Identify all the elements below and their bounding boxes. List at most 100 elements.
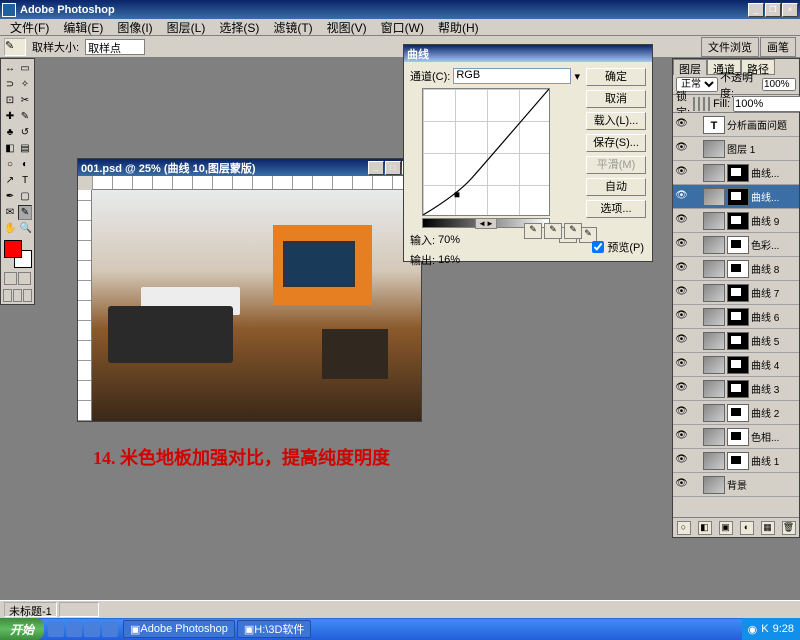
history-brush-tool[interactable]: ↺ xyxy=(18,125,32,140)
layer-row[interactable]: 👁T分析画面问题 xyxy=(673,113,799,137)
visibility-icon[interactable]: 👁 xyxy=(675,286,688,299)
layer-name[interactable]: 分析画面问题 xyxy=(727,117,797,132)
color-swatch[interactable] xyxy=(4,240,32,268)
visibility-icon[interactable]: 👁 xyxy=(675,190,688,203)
lasso-tool[interactable]: ⊃ xyxy=(3,77,17,92)
layer-name[interactable]: 曲线 1 xyxy=(751,453,797,468)
fg-color[interactable] xyxy=(4,240,22,258)
layer-row[interactable]: 👁曲线... xyxy=(673,161,799,185)
hand-tool[interactable]: ✋ xyxy=(3,221,17,236)
visibility-icon[interactable]: 👁 xyxy=(675,382,688,395)
doc-maximize[interactable]: □ xyxy=(385,161,401,175)
tray-icon[interactable]: ◉ xyxy=(748,623,758,636)
screen-1[interactable] xyxy=(3,289,12,302)
type-tool[interactable]: T xyxy=(18,173,32,188)
start-button[interactable]: 开始 xyxy=(0,618,44,640)
layer-row[interactable]: 👁曲线... xyxy=(673,185,799,209)
layer-name[interactable]: 曲线 2 xyxy=(751,405,797,420)
brush-tool[interactable]: ✎ xyxy=(18,109,32,124)
visibility-icon[interactable]: 👁 xyxy=(675,238,688,251)
restore-button[interactable]: ❐ xyxy=(765,3,781,17)
visibility-icon[interactable]: 👁 xyxy=(675,430,688,443)
screen-2[interactable] xyxy=(13,289,22,302)
visibility-icon[interactable]: 👁 xyxy=(675,358,688,371)
visibility-icon[interactable]: 👁 xyxy=(675,454,688,467)
layer-style-icon[interactable]: ○ xyxy=(677,521,691,535)
layer-name[interactable]: 曲线 9 xyxy=(751,213,797,228)
layer-row[interactable]: 👁 色相... xyxy=(673,425,799,449)
layer-row[interactable]: 👁 曲线 6 xyxy=(673,305,799,329)
ruler-vertical[interactable] xyxy=(78,190,92,421)
layer-row[interactable]: 👁 图层 1 xyxy=(673,137,799,161)
marquee-tool[interactable]: ▭ xyxy=(18,61,32,76)
close-button[interactable]: × xyxy=(782,3,798,17)
menu-file[interactable]: 文件(F) xyxy=(4,18,55,37)
path-tool[interactable]: ↗ xyxy=(3,173,17,188)
visibility-icon[interactable]: 👁 xyxy=(675,142,688,155)
visibility-icon[interactable]: 👁 xyxy=(675,214,688,227)
tab-layers[interactable]: 图层 xyxy=(673,59,707,75)
menu-select[interactable]: 选择(S) xyxy=(213,18,265,37)
menu-help[interactable]: 帮助(H) xyxy=(432,18,485,37)
layer-set-icon[interactable]: ▣ xyxy=(719,521,733,535)
heal-tool[interactable]: ✚ xyxy=(3,109,17,124)
load-button[interactable]: 载入(L)... xyxy=(586,112,646,130)
doc-titlebar[interactable]: 001.psd @ 25% (曲线 10,图层蒙版) _ □ × xyxy=(78,159,421,176)
crop-tool[interactable]: ⊡ xyxy=(3,93,17,108)
layer-name[interactable]: 色相... xyxy=(751,429,797,444)
save-button[interactable]: 保存(S)... xyxy=(586,134,646,152)
minimize-button[interactable]: _ xyxy=(748,3,764,17)
dodge-tool[interactable]: ◐ xyxy=(18,157,32,172)
sample-select[interactable]: 取样点 xyxy=(85,39,145,55)
new-layer-icon[interactable]: ▦ xyxy=(761,521,775,535)
canvas[interactable] xyxy=(92,190,421,421)
layer-name[interactable]: 曲线 5 xyxy=(751,333,797,348)
menu-image[interactable]: 图像(I) xyxy=(111,18,158,37)
opacity-input[interactable] xyxy=(762,78,796,91)
lock-paint-icon[interactable] xyxy=(698,97,700,111)
eyedropper-tool[interactable]: ✎ xyxy=(18,205,32,220)
layer-row[interactable]: 👁 曲线 3 xyxy=(673,377,799,401)
quickmask-mode[interactable] xyxy=(18,272,31,285)
zoom-tool[interactable]: 🔍 xyxy=(18,221,32,236)
doc-minimize[interactable]: _ xyxy=(368,161,384,175)
layer-row[interactable]: 👁 曲线 4 xyxy=(673,353,799,377)
curve-grid[interactable] xyxy=(422,88,550,216)
layer-row[interactable]: 👁 曲线 2 xyxy=(673,401,799,425)
system-tray[interactable]: ◉ K 9:28 xyxy=(742,618,800,640)
cancel-button[interactable]: 取消 xyxy=(586,90,646,108)
layer-row[interactable]: 👁 曲线 1 xyxy=(673,449,799,473)
layer-row[interactable]: 👁曲线 8 xyxy=(673,257,799,281)
standard-mode[interactable] xyxy=(4,272,17,285)
layer-name[interactable]: 图层 1 xyxy=(727,141,797,156)
layer-row[interactable]: 👁曲线 5 xyxy=(673,329,799,353)
layer-name[interactable]: 曲线 4 xyxy=(751,357,797,372)
slice-tool[interactable]: ✂ xyxy=(18,93,32,108)
tab-brushes[interactable]: 画笔 xyxy=(760,37,796,57)
layer-row[interactable]: 👁 背景 xyxy=(673,473,799,497)
layer-mask-icon[interactable]: ◧ xyxy=(698,521,712,535)
layer-name[interactable]: 色彩... xyxy=(751,237,797,252)
visibility-icon[interactable]: 👁 xyxy=(675,478,688,491)
tray-icon[interactable]: K xyxy=(761,623,768,635)
preview-checkbox[interactable] xyxy=(592,241,604,253)
ql-icon-1[interactable] xyxy=(48,621,64,637)
ql-icon-2[interactable] xyxy=(66,621,82,637)
visibility-icon[interactable]: 👁 xyxy=(675,310,688,323)
menu-edit[interactable]: 编辑(E) xyxy=(57,18,109,37)
layer-name[interactable]: 曲线 3 xyxy=(751,381,797,396)
channel-select[interactable]: RGB xyxy=(453,68,571,84)
ok-button[interactable]: 确定 xyxy=(586,68,646,86)
curves-titlebar[interactable]: 曲线 xyxy=(404,45,652,62)
blur-tool[interactable]: ○ xyxy=(3,157,17,172)
wand-tool[interactable]: ✧ xyxy=(18,77,32,92)
shape-tool[interactable]: ▢ xyxy=(18,189,32,204)
visibility-icon[interactable]: 👁 xyxy=(675,406,688,419)
delete-layer-icon[interactable]: 🗑 xyxy=(782,521,796,535)
layer-name[interactable]: 背景 xyxy=(727,477,797,492)
gradient-tool[interactable]: ▤ xyxy=(18,141,32,156)
auto-button[interactable]: 自动 xyxy=(586,178,646,196)
fill-input[interactable] xyxy=(733,96,800,112)
layer-name[interactable]: 曲线 6 xyxy=(751,309,797,324)
task-photoshop[interactable]: ▣ Adobe Photoshop xyxy=(123,620,235,638)
